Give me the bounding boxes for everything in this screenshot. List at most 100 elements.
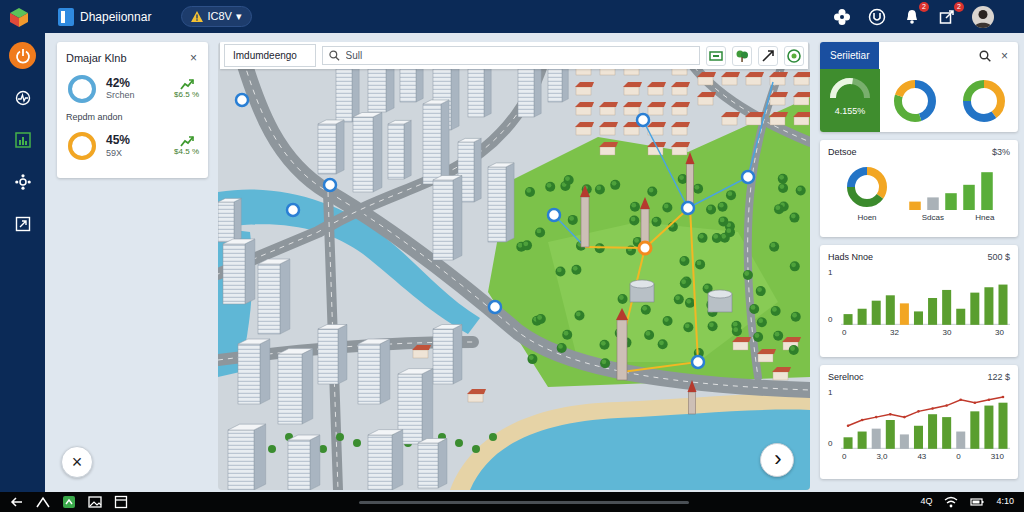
card-value: 122 $: [987, 371, 1010, 385]
share-icon[interactable]: 2: [937, 7, 957, 27]
map-hub-pin[interactable]: [639, 242, 651, 254]
map-pin[interactable]: [637, 114, 649, 126]
tree-icon[interactable]: [732, 46, 752, 66]
notification-badge: 2: [919, 2, 929, 12]
chart-bar: [956, 431, 965, 448]
chart-card: Hads Nnoe500 $100323030: [820, 245, 1018, 357]
chart-bar: [945, 193, 957, 210]
export-icon: [15, 216, 31, 232]
map-pin[interactable]: [287, 204, 299, 216]
app-icon[interactable]: [62, 495, 76, 509]
landmark-tower[interactable]: [580, 185, 590, 247]
close-button[interactable]: ×: [61, 446, 93, 478]
map-pin[interactable]: [682, 202, 694, 214]
back-icon[interactable]: [10, 495, 24, 509]
map-search-input[interactable]: [344, 47, 693, 64]
bar-fill: [998, 284, 1007, 324]
bar-fill: [981, 172, 993, 210]
donut-segment: [851, 171, 883, 203]
kpi-row: 4.155%: [820, 69, 1018, 132]
sidebar-item[interactable]: [9, 210, 36, 237]
task-handle[interactable]: [359, 501, 689, 504]
eco-icon[interactable]: [784, 46, 804, 66]
map-pin[interactable]: [489, 301, 501, 313]
summary-close-button[interactable]: ×: [188, 52, 199, 64]
window-icon[interactable]: [114, 495, 128, 509]
city-map[interactable]: Imdumdeengo ›: [218, 42, 810, 490]
building: [228, 424, 266, 490]
map-pin[interactable]: [692, 356, 704, 368]
map-canvas[interactable]: [218, 42, 810, 490]
bar-fill: [942, 417, 951, 449]
bar-fill: [843, 437, 852, 449]
card-header: Hads Nnoe 500 $: [828, 251, 1010, 265]
map-pin[interactable]: [548, 209, 560, 221]
line-point: [917, 410, 920, 413]
sidebar-item[interactable]: [9, 42, 36, 69]
search-icon: [329, 50, 340, 61]
building: [433, 176, 462, 261]
map-pin[interactable]: [324, 179, 336, 191]
metric-label: Srchen: [106, 90, 166, 101]
bar-chart: [906, 166, 996, 210]
sidebar-item[interactable]: [9, 168, 36, 195]
panel-close-button[interactable]: ×: [999, 50, 1010, 62]
panel-tab[interactable]: Seriietiar: [820, 42, 879, 69]
status-text: 4Q: [920, 495, 932, 509]
chart-bar: [858, 431, 867, 448]
map-search[interactable]: [322, 46, 700, 65]
metric-trend-value: $4.5 %: [174, 147, 199, 157]
chart-bar: [927, 197, 939, 210]
route-icon[interactable]: [758, 46, 778, 66]
line-point: [1002, 395, 1005, 398]
bar-fill: [886, 295, 895, 325]
ring-chart: [66, 73, 98, 105]
metric-trend: $6.5 %: [174, 78, 199, 100]
building: [368, 430, 403, 490]
app-logo-icon[interactable]: [8, 6, 30, 28]
bar-fill: [956, 308, 965, 324]
search-icon[interactable]: [979, 50, 991, 62]
metric-label: 59X: [106, 148, 166, 159]
building: [288, 435, 320, 490]
houses: [412, 62, 810, 402]
y-tick: 0: [828, 316, 837, 325]
landmark-tower[interactable]: [688, 380, 697, 414]
map-pin[interactable]: [236, 94, 248, 106]
sidebar-item[interactable]: [9, 84, 36, 111]
user-avatar-icon[interactable]: [972, 6, 994, 28]
trend-up-icon: [180, 135, 194, 147]
home-icon[interactable]: [36, 495, 50, 509]
notifications-icon[interactable]: 2: [902, 7, 922, 27]
bay: [470, 410, 810, 490]
card-title: Hads Nnoe: [828, 251, 873, 265]
landmark-tower[interactable]: [616, 308, 628, 380]
donut-chart: [960, 77, 1008, 125]
landmark-tower[interactable]: [686, 152, 695, 204]
water-tank: [708, 290, 732, 312]
landmark-tower[interactable]: [640, 197, 650, 247]
segment-arc: [851, 171, 883, 203]
building: [318, 325, 347, 385]
bar-fill: [872, 300, 881, 324]
building: [418, 439, 447, 489]
segment-arc: [851, 171, 883, 203]
profile-shield-icon[interactable]: [867, 7, 887, 27]
layers-icon[interactable]: [706, 46, 726, 66]
x-tick: Sdcas: [922, 214, 944, 223]
gallery-icon[interactable]: [88, 495, 102, 509]
wifi-icon: [944, 495, 958, 509]
ring-fill: [70, 77, 94, 101]
bar-fill: [858, 308, 867, 324]
apps-icon[interactable]: [832, 7, 852, 27]
building: [318, 120, 344, 174]
map-pin[interactable]: [742, 171, 754, 183]
sidebar-item[interactable]: [9, 126, 36, 153]
bar-fill: [843, 314, 852, 325]
next-button[interactable]: ›: [760, 443, 794, 477]
building: [423, 100, 449, 184]
card-value: 500 $: [987, 251, 1010, 265]
workspace-selector[interactable]: IC8V ▾: [181, 6, 251, 26]
metric-value: 42%: [106, 76, 166, 90]
chart-bar: [928, 414, 937, 449]
